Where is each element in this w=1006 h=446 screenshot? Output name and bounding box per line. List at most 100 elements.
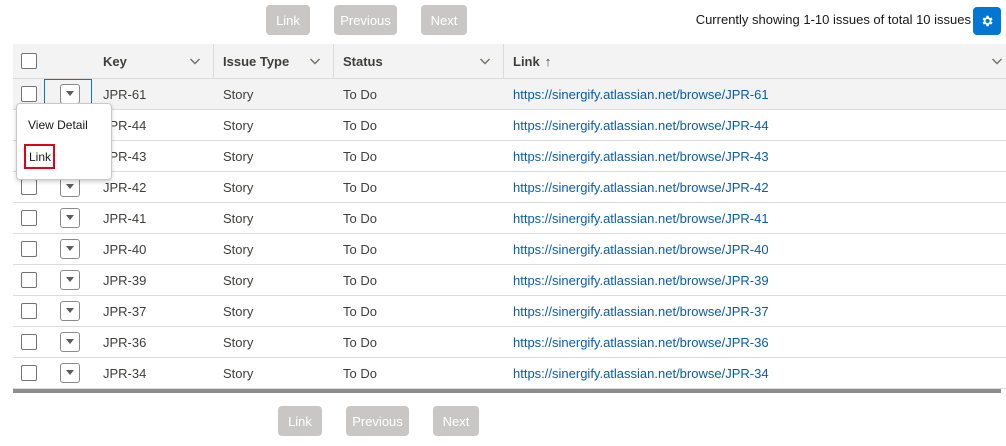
table-row: JPR-40 Story To Do https://sinergify.atlass… bbox=[13, 234, 1006, 265]
cell-issue-type: Story bbox=[223, 303, 254, 319]
cell-status: To Do bbox=[343, 365, 377, 381]
row-action-dropdown[interactable] bbox=[60, 208, 80, 228]
caret-down-icon bbox=[66, 184, 74, 189]
table-header: Key Issue Type Status Link ↑ bbox=[13, 44, 1006, 79]
row-checkbox[interactable] bbox=[21, 334, 37, 350]
column-header-issue-type[interactable]: Issue Type bbox=[214, 44, 334, 78]
row-action-dropdown[interactable] bbox=[60, 363, 80, 383]
table-row: JPR-42 Story To Do https://sinergify.atlass… bbox=[13, 172, 1006, 203]
row-select-cell bbox=[13, 265, 43, 295]
row-checkbox[interactable] bbox=[21, 303, 37, 319]
cell-issue-type: Story bbox=[223, 365, 254, 381]
row-action-cell bbox=[60, 327, 80, 357]
row-action-dropdown[interactable] bbox=[60, 270, 80, 290]
table-row: JPR-44 Story To Do https://sinergify.atlass… bbox=[13, 110, 1006, 141]
row-checkbox[interactable] bbox=[21, 272, 37, 288]
menu-item-view-detail[interactable]: View Detail bbox=[28, 118, 88, 132]
next-button-bottom[interactable]: Next bbox=[433, 406, 479, 436]
cell-issue-type: Story bbox=[223, 210, 254, 226]
row-action-cell bbox=[60, 203, 80, 233]
select-all-checkbox[interactable] bbox=[21, 53, 37, 69]
horizontal-scrollbar[interactable] bbox=[13, 389, 1001, 393]
table-row: JPR-43 Story To Do https://sinergify.atlass… bbox=[13, 141, 1006, 172]
row-action-dropdown[interactable] bbox=[60, 84, 80, 104]
cell-link[interactable]: https://sinergify.atlassian.net/browse/J… bbox=[513, 234, 769, 264]
link-button-top[interactable]: Link bbox=[266, 5, 310, 35]
caret-down-icon bbox=[66, 246, 74, 251]
cell-key: JPR-36 bbox=[103, 334, 147, 350]
cell-link[interactable]: https://sinergify.atlassian.net/browse/J… bbox=[513, 203, 769, 233]
row-action-dropdown[interactable] bbox=[60, 177, 80, 197]
row-action-dropdown[interactable] bbox=[60, 301, 80, 321]
table-row: JPR-34 Story To Do https://sinergify.atlass… bbox=[13, 358, 1006, 389]
column-header-link[interactable]: Link ↑ bbox=[504, 44, 1006, 78]
cell-link[interactable]: https://sinergify.atlassian.net/browse/J… bbox=[513, 358, 769, 388]
cell-status: To Do bbox=[343, 86, 377, 102]
chevron-down-icon[interactable] bbox=[991, 55, 1003, 67]
cell-link[interactable]: https://sinergify.atlassian.net/browse/J… bbox=[513, 265, 769, 295]
table-row: JPR-39 Story To Do https://sinergify.atlass… bbox=[13, 265, 1006, 296]
header-select-cell bbox=[13, 44, 43, 78]
chevron-down-icon[interactable] bbox=[309, 55, 321, 67]
caret-down-icon bbox=[66, 91, 74, 96]
row-select-cell bbox=[13, 358, 43, 388]
row-action-cell bbox=[60, 234, 80, 264]
cell-link[interactable]: https://sinergify.atlassian.net/browse/J… bbox=[513, 296, 769, 326]
cell-status: To Do bbox=[343, 303, 377, 319]
table-row: JPR-36 Story To Do https://sinergify.atlass… bbox=[13, 327, 1006, 358]
caret-down-icon bbox=[66, 308, 74, 313]
previous-button-bottom[interactable]: Previous bbox=[346, 406, 409, 436]
cell-key: JPR-37 bbox=[103, 303, 147, 319]
cell-link[interactable]: https://sinergify.atlassian.net/browse/J… bbox=[513, 327, 769, 357]
row-select-cell bbox=[13, 234, 43, 264]
cell-issue-type: Story bbox=[223, 117, 254, 133]
cell-status: To Do bbox=[343, 179, 377, 195]
table-body: JPR-61 Story To Do https://sinergify.atlass… bbox=[13, 79, 1006, 389]
row-action-dropdown[interactable] bbox=[60, 332, 80, 352]
row-checkbox[interactable] bbox=[21, 241, 37, 257]
link-button-bottom[interactable]: Link bbox=[278, 406, 322, 436]
caret-down-icon bbox=[66, 277, 74, 282]
cell-status: To Do bbox=[343, 334, 377, 350]
row-select-cell bbox=[13, 296, 43, 326]
table-row: JPR-41 Story To Do https://sinergify.atlass… bbox=[13, 203, 1006, 234]
cell-link[interactable]: https://sinergify.atlassian.net/browse/J… bbox=[513, 141, 769, 171]
menu-item-link-label: Link bbox=[29, 149, 52, 164]
row-checkbox[interactable] bbox=[21, 365, 37, 381]
cell-key: JPR-39 bbox=[103, 272, 147, 288]
column-header-status-label: Status bbox=[343, 53, 383, 69]
cell-link[interactable]: https://sinergify.atlassian.net/browse/J… bbox=[513, 79, 769, 109]
cell-key: JPR-34 bbox=[103, 365, 147, 381]
cell-status: To Do bbox=[343, 210, 377, 226]
next-button-top[interactable]: Next bbox=[421, 5, 467, 35]
previous-button-top[interactable]: Previous bbox=[334, 5, 397, 35]
gear-icon bbox=[982, 15, 993, 27]
row-checkbox[interactable] bbox=[21, 210, 37, 226]
column-header-key[interactable]: Key bbox=[94, 44, 214, 78]
column-header-key-label: Key bbox=[103, 53, 127, 69]
column-header-status[interactable]: Status bbox=[334, 44, 504, 78]
settings-button[interactable] bbox=[973, 7, 1001, 35]
issues-page: Link Previous Next Currently showing 1-1… bbox=[0, 0, 1006, 446]
caret-down-icon bbox=[66, 339, 74, 344]
row-checkbox[interactable] bbox=[21, 179, 37, 195]
table-row: JPR-61 Story To Do https://sinergify.atlass… bbox=[13, 79, 1006, 110]
chevron-down-icon[interactable] bbox=[189, 55, 201, 67]
column-header-link-label: Link bbox=[513, 53, 540, 69]
cell-issue-type: Story bbox=[223, 241, 254, 257]
results-count-text: Currently showing 1-10 issues of total 1… bbox=[695, 12, 971, 27]
caret-down-icon bbox=[66, 215, 74, 220]
cell-link[interactable]: https://sinergify.atlassian.net/browse/J… bbox=[513, 110, 769, 140]
cell-link[interactable]: https://sinergify.atlassian.net/browse/J… bbox=[513, 172, 769, 202]
cell-status: To Do bbox=[343, 117, 377, 133]
row-select-cell bbox=[13, 327, 43, 357]
cell-issue-type: Story bbox=[223, 86, 254, 102]
row-checkbox[interactable] bbox=[21, 86, 37, 102]
row-action-dropdown[interactable] bbox=[60, 239, 80, 259]
cell-key: JPR-41 bbox=[103, 210, 147, 226]
chevron-down-icon[interactable] bbox=[479, 55, 491, 67]
row-action-cell bbox=[60, 358, 80, 388]
menu-item-link[interactable]: Link bbox=[24, 144, 118, 172]
caret-down-icon bbox=[66, 370, 74, 375]
cell-issue-type: Story bbox=[223, 179, 254, 195]
